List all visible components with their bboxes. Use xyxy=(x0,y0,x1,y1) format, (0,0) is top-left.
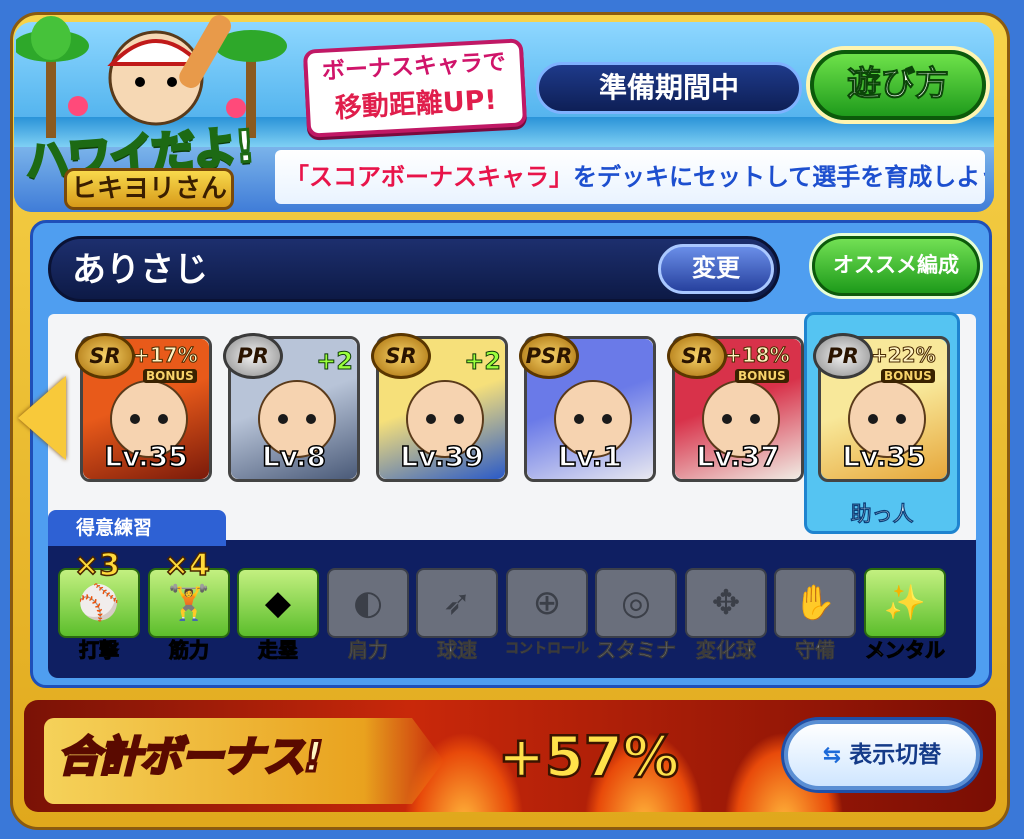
practice-item: ➶ 球速 xyxy=(416,568,498,668)
practice-item: ⚾ 打撃 xyxy=(58,568,140,668)
support-card[interactable]: SR +18% BONUS Lv.37 xyxy=(667,333,804,482)
practice-item: ◐ 肩力 xyxy=(327,568,409,668)
rarity-badge: PR xyxy=(813,333,873,379)
target-icon: ⊕ xyxy=(506,568,588,638)
previous-deck-arrow-icon[interactable] xyxy=(18,376,66,460)
event-logo-subtitle: ヒキヨリさん xyxy=(64,168,234,210)
practice-label: 球速 xyxy=(437,638,478,663)
practice-item: ✨ メンタル xyxy=(864,568,946,668)
throw-icon: ◐ xyxy=(327,568,409,638)
support-card[interactable]: PSR Lv.1 xyxy=(519,333,656,482)
event-phase-status: 準備期間中 xyxy=(536,62,802,114)
support-card[interactable]: SR +17% BONUS Lv.35 xyxy=(75,333,212,482)
practice-multiplier: ×4 xyxy=(163,547,211,584)
limit-break-plus: +2 xyxy=(464,347,502,376)
support-card[interactable]: PR +22% BONUS Lv.35 xyxy=(813,333,950,482)
card-level: Lv.39 xyxy=(400,439,485,474)
rarity-badge: SR xyxy=(75,333,135,379)
breaking-ball-icon: ✥ xyxy=(685,568,767,638)
instruction-highlight: 「スコアボーナスキャラ」 xyxy=(285,163,573,191)
practice-label: コントロール xyxy=(505,641,590,658)
glove-icon: ✋ xyxy=(774,568,856,638)
practice-item: ✥ 変化球 xyxy=(685,568,767,668)
support-card[interactable]: PR +2 Lv.8 xyxy=(223,333,360,482)
display-toggle-label: 表示切替 xyxy=(849,742,942,768)
total-bonus-label: 合計ボーナス! xyxy=(57,731,325,783)
deck-name: ありさじ xyxy=(72,250,208,290)
practice-item: ◎ スタミナ xyxy=(595,568,677,668)
practice-label: 打撃 xyxy=(79,638,120,663)
practice-item: ◆ 走塁 xyxy=(237,568,319,668)
how-to-play-button[interactable]: 遊び方 xyxy=(810,50,986,120)
practice-label: 筋力 xyxy=(169,638,210,663)
rarity-badge: SR xyxy=(667,333,727,379)
rarity-badge: PR xyxy=(223,333,283,379)
rarity-badge: SR xyxy=(371,333,431,379)
support-card[interactable]: SR +2 Lv.39 xyxy=(371,333,508,482)
bonus-promo-badge: ボーナスキャラで 移動距離UP! xyxy=(302,38,528,138)
limit-break-plus: +2 xyxy=(316,347,354,376)
card-bonus-percent: +18% xyxy=(725,343,791,368)
card-level: Lv.35 xyxy=(104,439,189,474)
recommended-deck-button[interactable]: オススメ編成 xyxy=(812,236,980,296)
rarity-badge: PSR xyxy=(519,333,579,379)
card-bonus-tag: BONUS xyxy=(143,369,197,383)
card-level: Lv.8 xyxy=(261,439,326,474)
instruction-text: をデッキにセットして選手を育成しよう! xyxy=(573,163,985,191)
practice-tab-label: 得意練習 xyxy=(48,510,226,546)
card-bonus-tag: BONUS xyxy=(881,369,935,383)
event-instruction: 「スコアボーナスキャラ」をデッキにセットして選手を育成しよう! xyxy=(275,150,985,204)
total-bonus-value: +57% xyxy=(497,724,680,792)
toggle-left-arrow-icon: ⇆ xyxy=(822,743,842,768)
card-level: Lv.35 xyxy=(842,439,927,474)
tire-icon: ◎ xyxy=(595,568,677,638)
card-level: Lv.1 xyxy=(557,439,622,474)
base-icon: ◆ xyxy=(237,568,319,638)
practice-label: 走塁 xyxy=(258,638,299,663)
practice-label: 変化球 xyxy=(696,638,757,663)
practice-item: ✋ 守備 xyxy=(774,568,856,668)
card-bonus-percent: +22% xyxy=(871,343,937,368)
card-level: Lv.37 xyxy=(696,439,781,474)
practice-label: 肩力 xyxy=(348,638,389,663)
fastball-icon: ➶ xyxy=(416,568,498,638)
sparkle-cloud-icon: ✨ xyxy=(864,568,946,638)
practice-item: ⊕ コントロール xyxy=(505,568,589,668)
practice-multiplier: ×3 xyxy=(73,547,121,584)
helper-label: 助っ人 xyxy=(850,502,914,527)
card-bonus-tag: BONUS xyxy=(735,369,789,383)
card-bonus-percent: +17% xyxy=(133,343,199,368)
practice-item: 🏋 筋力 xyxy=(148,568,230,668)
change-deck-button[interactable]: 変更 xyxy=(658,244,774,294)
practice-label: メンタル xyxy=(865,638,946,663)
practice-label: スタミナ xyxy=(596,638,677,663)
display-toggle-button[interactable]: ⇆ 表示切替 xyxy=(784,720,980,790)
practice-label: 守備 xyxy=(795,638,836,663)
